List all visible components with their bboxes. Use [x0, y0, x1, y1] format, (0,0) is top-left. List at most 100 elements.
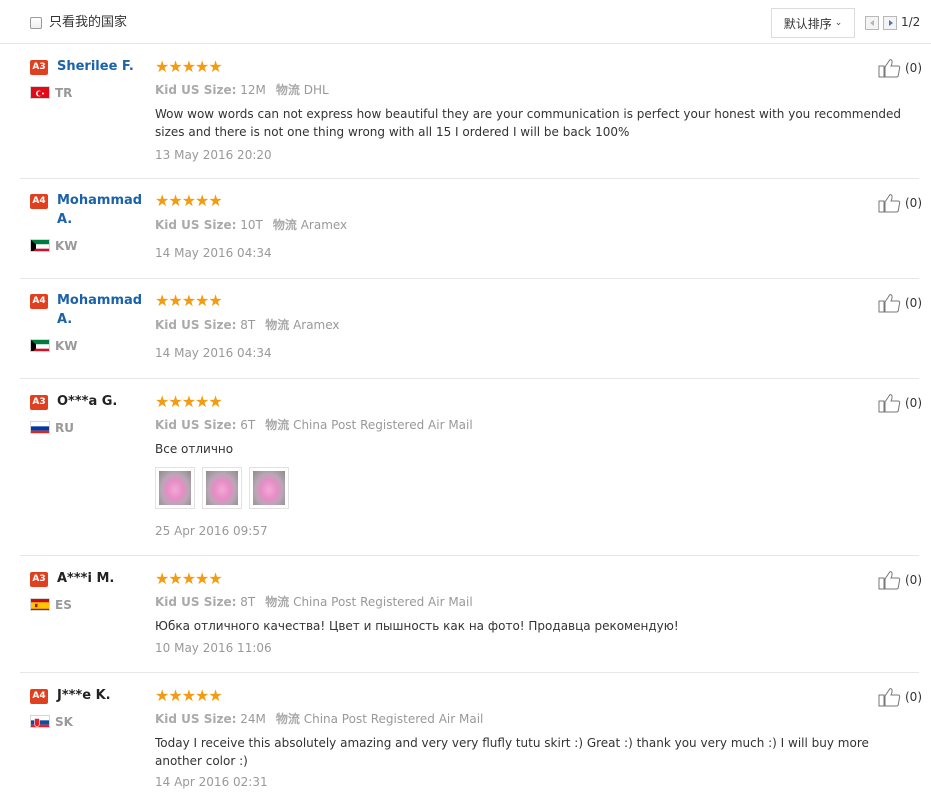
thumbs-up-icon — [878, 571, 901, 590]
thumbs-up-icon — [878, 59, 901, 78]
review-item: A4 Mohammad A. KW ★ ★ ★ ★ ★ Kid US Size: 8T 物… — [20, 279, 922, 379]
star-icon: ★ — [168, 191, 182, 210]
review-item: A3 A***i M. ES ★ ★ ★ ★ ★ Kid US Size: 8T 物流 C… — [20, 556, 922, 673]
shipping-label: 物流 — [275, 83, 300, 97]
chevron-down-icon: ⌄ — [834, 18, 843, 28]
buyer-country: SK — [55, 715, 73, 729]
page-indicator: 1/2 — [901, 15, 921, 29]
buyer-country: KW — [55, 239, 78, 253]
buyer-level-badge: A3 — [30, 395, 48, 410]
shipping-value: Aramex — [293, 318, 340, 332]
chevron-right-icon — [889, 20, 893, 26]
size-label: Kid US Size: — [155, 595, 237, 609]
flag-icon-tr — [30, 86, 50, 99]
review-photo-thumbnail[interactable] — [202, 467, 242, 509]
buyer-level-badge: A4 — [30, 689, 48, 704]
buyer-country: TR — [55, 86, 73, 100]
shipping-label: 物流 — [265, 595, 290, 609]
shipping-value: China Post Registered Air Mail — [293, 418, 473, 432]
review-item: A4 Mohammad A. KW ★ ★ ★ ★ ★ Kid US Size: 10T… — [20, 179, 922, 279]
helpful-count: (0) — [905, 573, 922, 587]
buyer-country: ES — [55, 598, 72, 612]
star-icon: ★ — [181, 392, 196, 411]
thumbs-up-icon — [878, 394, 901, 413]
feedback-toolbar: 只看我的国家 默认排序 ⌄ 1/2 — [0, 0, 931, 44]
order-info: Kid US Size: 10T 物流 Aramex — [155, 216, 347, 233]
review-item: A3 O***a G. RU ★ ★ ★ ★ ★ Kid US Size: 6T 物流 C… — [20, 379, 922, 556]
flag-icon-es — [30, 598, 50, 611]
star-icon: ★ — [168, 569, 182, 588]
size-label: Kid US Size: — [155, 218, 237, 232]
star-icon: ★ — [195, 569, 209, 588]
shipping-label: 物流 — [275, 712, 300, 726]
star-icon: ★ — [208, 291, 222, 310]
order-info: Kid US Size: 8T 物流 China Post Registered … — [155, 593, 473, 610]
star-icon: ★ — [208, 686, 222, 705]
buyer-level-badge: A3 — [30, 572, 48, 587]
star-icon: ★ — [155, 686, 169, 705]
flag-icon-kw — [30, 239, 50, 252]
thumbs-up-icon — [878, 294, 901, 313]
size-value: 8T — [240, 595, 256, 609]
review-photo-thumbnail[interactable] — [155, 467, 195, 509]
chevron-left-icon — [870, 20, 874, 26]
star-icon: ★ — [195, 686, 209, 705]
review-item: A3 Sherilee F. TR ★ ★ ★ ★ ★ Kid US Size: 12M… — [20, 44, 922, 179]
order-info: Kid US Size: 24M 物流 China Post Registered… — [155, 710, 483, 727]
review-text: Today I receive this absolutely amazing … — [155, 736, 869, 768]
my-country-filter[interactable]: 只看我的国家 — [30, 15, 127, 31]
sort-label: 默认排序 — [783, 16, 832, 31]
next-page-button[interactable] — [883, 16, 897, 30]
star-icon: ★ — [208, 569, 222, 588]
star-icon: ★ — [168, 291, 182, 310]
buyer-level-badge: A4 — [30, 294, 48, 309]
size-value: 24M — [240, 712, 266, 726]
prev-page-button[interactable] — [865, 16, 879, 30]
buyer-name: O***a G. — [57, 394, 118, 409]
size-label: Kid US Size: — [155, 318, 237, 332]
helpful-button[interactable]: (0) — [878, 393, 922, 413]
review-text: Юбка отличного качества! Цвет и пышность… — [155, 619, 679, 633]
size-value: 12M — [240, 83, 266, 97]
flag-icon-sk — [30, 715, 50, 728]
size-label: Kid US Size: — [155, 83, 237, 97]
review-date: 25 Apr 2016 09:57 — [155, 524, 268, 538]
helpful-button[interactable]: (0) — [878, 570, 922, 590]
buyer-name[interactable]: Mohammad A. — [57, 191, 147, 229]
star-icon: ★ — [208, 392, 222, 411]
order-info: Kid US Size: 6T 物流 China Post Registered … — [155, 416, 473, 433]
star-icon: ★ — [155, 57, 169, 76]
size-value: 6T — [240, 418, 256, 432]
order-info: Kid US Size: 8T 物流 Aramex — [155, 316, 340, 333]
star-icon: ★ — [181, 686, 196, 705]
my-country-label[interactable]: 只看我的国家 — [49, 15, 127, 31]
star-icon: ★ — [168, 686, 182, 705]
star-icon: ★ — [155, 191, 169, 210]
review-date: 13 May 2016 20:20 — [155, 148, 272, 162]
star-icon: ★ — [208, 191, 222, 210]
helpful-button[interactable]: (0) — [878, 193, 922, 213]
review-date: 14 May 2016 04:34 — [155, 346, 272, 360]
star-rating: ★ ★ ★ ★ ★ — [155, 686, 223, 705]
buyer-name[interactable]: Mohammad A. — [57, 291, 147, 329]
shipping-value: DHL — [303, 83, 329, 97]
buyer-level-badge: A3 — [30, 60, 48, 75]
sort-dropdown[interactable]: 默认排序 ⌄ — [771, 8, 855, 38]
star-rating: ★ ★ ★ ★ ★ — [155, 191, 223, 210]
review-item: A4 J***e K. SK ★ ★ ★ ★ ★ Kid US Size: 24M 物流 … — [20, 673, 922, 805]
helpful-button[interactable]: (0) — [878, 58, 922, 78]
helpful-button[interactable]: (0) — [878, 293, 922, 313]
star-rating: ★ ★ ★ ★ ★ — [155, 291, 223, 310]
helpful-button[interactable]: (0) — [878, 687, 922, 707]
review-photo-thumbnail[interactable] — [249, 467, 289, 509]
star-rating: ★ ★ ★ ★ ★ — [155, 57, 223, 76]
my-country-checkbox[interactable] — [30, 17, 42, 29]
shipping-value: Aramex — [300, 218, 348, 232]
helpful-count: (0) — [905, 296, 922, 310]
star-icon: ★ — [208, 57, 222, 76]
shipping-value: China Post Registered Air Mail — [293, 595, 473, 609]
star-icon: ★ — [181, 191, 196, 210]
star-icon: ★ — [181, 57, 196, 76]
star-icon: ★ — [155, 569, 169, 588]
buyer-name[interactable]: Sherilee F. — [57, 57, 147, 76]
